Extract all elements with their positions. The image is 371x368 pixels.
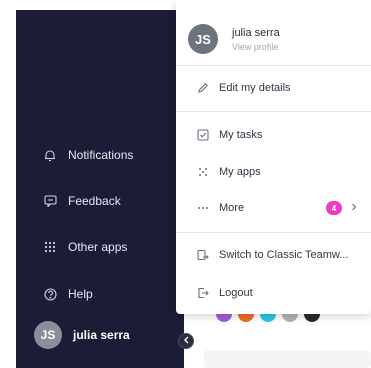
sidebar-item-label: Other apps: [68, 240, 128, 254]
sidebar-user[interactable]: JS julia serra: [34, 321, 130, 349]
checkbox-icon: [196, 128, 210, 142]
menu-item-logout[interactable]: Logout: [196, 286, 366, 300]
menu-item-my-apps[interactable]: My apps: [196, 165, 366, 179]
switch-icon: [196, 248, 210, 262]
count-badge: 4: [326, 201, 342, 215]
sidebar-item-feedback[interactable]: Feedback: [42, 193, 121, 209]
ellipsis-icon: [196, 201, 210, 215]
logout-icon: [196, 286, 210, 300]
apps-dots-icon: [196, 165, 210, 179]
help-circle-icon: [42, 286, 58, 302]
menu-item-label: More: [219, 202, 245, 214]
content-card: [204, 350, 371, 368]
profile-header[interactable]: JS julia serra View profile: [188, 24, 280, 54]
pencil-icon: [196, 81, 210, 95]
bell-icon: [42, 147, 58, 163]
sidebar-item-help[interactable]: Help: [42, 286, 93, 302]
chevron-left-icon: [183, 336, 190, 347]
menu-item-edit-details[interactable]: Edit my details: [196, 81, 366, 95]
divider: [176, 111, 371, 112]
avatar: JS: [188, 24, 218, 54]
sidebar-item-other-apps[interactable]: Other apps: [42, 239, 127, 255]
sidebar-item-label: Help: [68, 287, 93, 301]
sidebar-item-label: Feedback: [68, 194, 121, 208]
chevron-right-icon: [351, 202, 357, 214]
chat-bubble-icon: [42, 193, 58, 209]
sidebar-item-label: Notifications: [68, 148, 134, 162]
divider: [176, 65, 371, 66]
menu-item-my-tasks[interactable]: My tasks: [196, 128, 366, 142]
menu-item-label: My tasks: [219, 129, 263, 141]
view-profile-link[interactable]: View profile: [232, 42, 280, 52]
avatar: JS: [34, 321, 62, 349]
profile-name: julia serra: [232, 26, 280, 39]
divider: [176, 232, 371, 233]
profile-menu: JS julia serra View profile Edit my deta…: [176, 0, 371, 314]
sidebar: Notifications Feedback Other apps Help J…: [16, 10, 184, 368]
collapse-sidebar-button[interactable]: [178, 333, 194, 349]
menu-item-label: Edit my details: [219, 82, 291, 94]
menu-item-label: My apps: [219, 166, 261, 178]
menu-item-switch-classic[interactable]: Switch to Classic Teamw...: [196, 248, 366, 262]
grid-dots-icon: [42, 239, 58, 255]
menu-item-label: Switch to Classic Teamw...: [219, 249, 349, 261]
menu-item-more[interactable]: More 4: [196, 201, 366, 215]
user-name: julia serra: [73, 328, 130, 342]
sidebar-item-notifications[interactable]: Notifications: [42, 147, 133, 163]
menu-item-label: Logout: [219, 287, 253, 299]
